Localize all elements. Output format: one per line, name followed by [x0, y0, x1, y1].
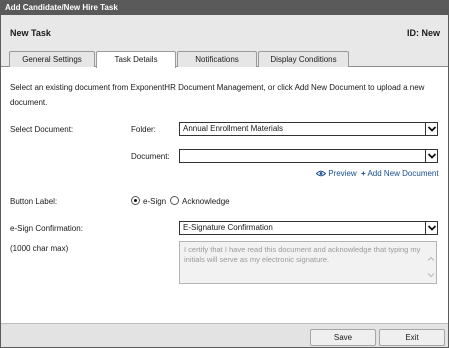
select-document-label: Select Document:: [10, 125, 74, 134]
dialog-footer: Save Exit: [1, 323, 448, 347]
eye-icon: [315, 170, 327, 177]
document-select[interactable]: [179, 149, 438, 163]
acknowledge-radio[interactable]: [170, 196, 179, 205]
textarea-scrollbar[interactable]: [426, 242, 436, 283]
add-task-dialog: Add Candidate/New Hire Task New Task ID:…: [0, 0, 449, 348]
tab-general-settings[interactable]: General Settings: [9, 51, 95, 67]
task-details-panel: Select an existing document from Exponen…: [1, 68, 448, 323]
acknowledge-radio-label: Acknowledge: [182, 197, 230, 206]
confirmation-text: I certify that I have read this document…: [184, 245, 421, 264]
esign-confirmation-label: e-Sign Confirmation:: [10, 224, 83, 233]
esign-confirmation-select[interactable]: E-Signature Confirmation: [179, 221, 438, 235]
chevron-down-icon[interactable]: [425, 123, 437, 135]
instructions-line-2: document.: [10, 98, 48, 107]
save-button[interactable]: Save: [310, 329, 376, 346]
tab-bar: General Settings Task Details Notificati…: [1, 51, 448, 68]
exit-button[interactable]: Exit: [379, 329, 445, 346]
char-max-label: (1000 char max): [10, 244, 69, 253]
document-label: Document:: [131, 152, 170, 161]
folder-label: Folder:: [131, 125, 156, 134]
confirmation-text-area[interactable]: I certify that I have read this document…: [179, 241, 437, 284]
scroll-down-icon[interactable]: [426, 271, 436, 279]
preview-link[interactable]: Preview: [315, 169, 357, 178]
scroll-up-icon[interactable]: [426, 255, 436, 263]
task-id: ID: New: [406, 28, 440, 38]
preview-label: Preview: [328, 169, 357, 178]
window-title: Add Candidate/New Hire Task: [1, 1, 448, 15]
add-new-document-link[interactable]: + Add New Document: [361, 169, 439, 178]
folder-select[interactable]: Annual Enrollment Materials: [179, 122, 438, 136]
esign-radio-label: e-Sign: [143, 197, 167, 206]
tab-task-details[interactable]: Task Details: [96, 51, 176, 68]
chevron-down-icon[interactable]: [425, 150, 437, 162]
esign-radio[interactable]: [131, 196, 140, 205]
task-title: New Task: [10, 28, 51, 38]
add-new-document-label: Add New Document: [367, 169, 439, 178]
chevron-down-icon[interactable]: [425, 222, 437, 234]
tab-display-conditions[interactable]: Display Conditions: [258, 51, 349, 67]
folder-select-value: Annual Enrollment Materials: [183, 124, 284, 133]
tab-notifications[interactable]: Notifications: [177, 51, 257, 67]
esign-confirmation-value: E-Signature Confirmation: [183, 223, 273, 232]
plus-icon: +: [361, 169, 366, 178]
instructions-line-1: Select an existing document from Exponen…: [10, 83, 425, 92]
button-label-label: Button Label:: [10, 197, 58, 206]
dialog-header: New Task ID: New: [1, 15, 448, 51]
